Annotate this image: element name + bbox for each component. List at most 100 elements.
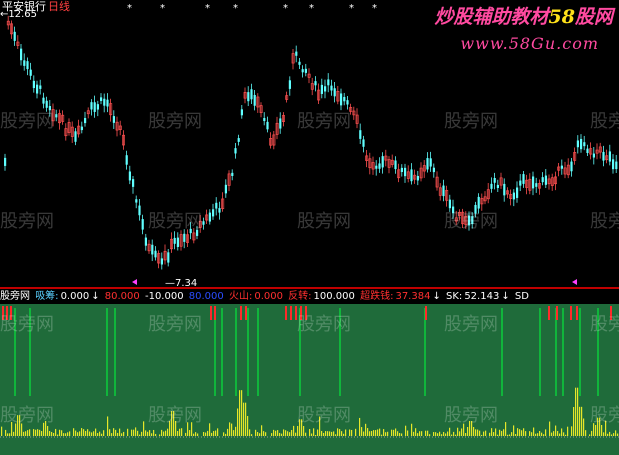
indicator-name: 股旁网 <box>0 291 30 302</box>
candle-body <box>154 250 157 258</box>
candle-body <box>4 157 7 166</box>
volume-bar <box>585 430 587 436</box>
volume-bar <box>255 429 257 436</box>
candle-body <box>45 100 48 108</box>
candle-body <box>474 204 477 214</box>
volume-bar <box>581 406 583 436</box>
signal-tick <box>240 306 242 320</box>
volume-bar <box>617 433 619 436</box>
volume-bar <box>209 423 211 436</box>
volume-bar <box>397 431 399 436</box>
volume-bar <box>265 432 267 436</box>
volume-bar <box>169 421 171 436</box>
indicator-value: 0.000 <box>254 291 283 302</box>
candle-body <box>93 102 96 112</box>
candle-body <box>250 89 253 100</box>
candle-body <box>74 131 77 142</box>
volume-bar <box>57 434 59 436</box>
candle-body <box>202 221 205 225</box>
volume-bar <box>215 430 217 436</box>
volume-bar <box>273 429 275 436</box>
candle-body <box>400 167 403 172</box>
volume-bar <box>111 433 113 436</box>
volume-bar <box>519 429 521 436</box>
volume-bar <box>611 434 613 436</box>
star-marker: * <box>233 3 238 14</box>
signal-tick <box>300 306 302 320</box>
volume-bar <box>45 421 47 436</box>
volume-bar <box>261 425 263 436</box>
indicator-header: 股旁网 吸筹: 0.000 ↓ 80.000 -10.000 80.000 火山: 0… <box>0 289 619 304</box>
volume-bar <box>405 425 407 436</box>
volume-bar <box>523 428 525 436</box>
volume-bar <box>589 434 591 436</box>
volume-bar <box>119 428 121 436</box>
volume-bar <box>171 411 173 436</box>
volume-bar <box>227 428 229 436</box>
volume-bar <box>595 425 597 436</box>
candle-body <box>576 140 579 148</box>
indicator-panel[interactable]: 股旁网 股旁网 股旁网 股旁网 股旁网 股旁网 股旁网 股旁网 股旁网 股旁网 <box>0 304 619 455</box>
candle-body <box>586 148 589 153</box>
star-marker: * <box>349 3 354 14</box>
volume-bar <box>521 430 523 436</box>
volume-bar <box>293 425 295 436</box>
indicator-value: 100.000 <box>313 291 355 302</box>
candle-body <box>320 84 323 94</box>
indicator-value: 0.000 <box>60 291 90 302</box>
volume-bar <box>497 434 499 436</box>
volume-bar <box>501 430 503 436</box>
candle-body <box>522 174 525 184</box>
star-marker: * <box>309 3 314 14</box>
volume-bar <box>69 431 71 436</box>
volume-bar <box>161 429 163 436</box>
volume-bar <box>191 422 193 436</box>
volume-bar <box>471 421 473 436</box>
volume-bar <box>319 416 321 436</box>
candle-body <box>429 158 432 167</box>
brand-text-2: 58 <box>548 6 575 28</box>
volume-bar <box>135 427 137 436</box>
volume-bar <box>551 432 553 436</box>
brand-text-3: 股网 <box>574 6 613 28</box>
volume-bar <box>567 426 569 436</box>
volume-bar <box>145 430 147 436</box>
volume-bar <box>127 428 129 436</box>
volume-bar <box>213 431 215 436</box>
volume-bar <box>39 429 41 436</box>
volume-bar <box>511 432 513 436</box>
candle-body <box>592 153 595 158</box>
volume-bar <box>147 431 149 436</box>
volume-bar <box>295 432 297 436</box>
volume-bar <box>411 423 413 436</box>
volume-bar <box>421 431 423 436</box>
star-marker: * <box>372 3 377 14</box>
volume-bar <box>241 390 243 436</box>
volume-bar <box>257 431 259 436</box>
volume-bar <box>17 415 19 436</box>
volume-bar <box>185 432 187 436</box>
volume-bar <box>225 433 227 436</box>
volume-bar <box>425 430 427 436</box>
volume-bar <box>149 430 151 436</box>
candle-body <box>375 165 378 169</box>
volume-bar <box>49 431 51 436</box>
volume-bar <box>245 402 247 436</box>
candle-body <box>560 165 563 169</box>
indicator-chart[interactable] <box>0 304 619 455</box>
volume-bar <box>543 434 545 436</box>
volume-bar <box>591 430 593 436</box>
volume-bar <box>7 433 9 436</box>
volume-bar <box>299 419 301 436</box>
volume-bar <box>561 428 563 436</box>
signal-tick <box>425 306 427 320</box>
candle-body <box>314 81 317 86</box>
candle-body <box>218 208 221 213</box>
candle-body <box>490 183 493 189</box>
candle-body <box>340 93 343 106</box>
volume-bar <box>309 429 311 436</box>
volume-bar <box>137 430 139 436</box>
price-chart-panel[interactable]: 平安银行 日线 ←12.65 —7.34 * * * * * * * * 炒股辅助… <box>0 0 619 289</box>
volume-bar <box>33 429 35 436</box>
volume-bar <box>377 429 379 436</box>
